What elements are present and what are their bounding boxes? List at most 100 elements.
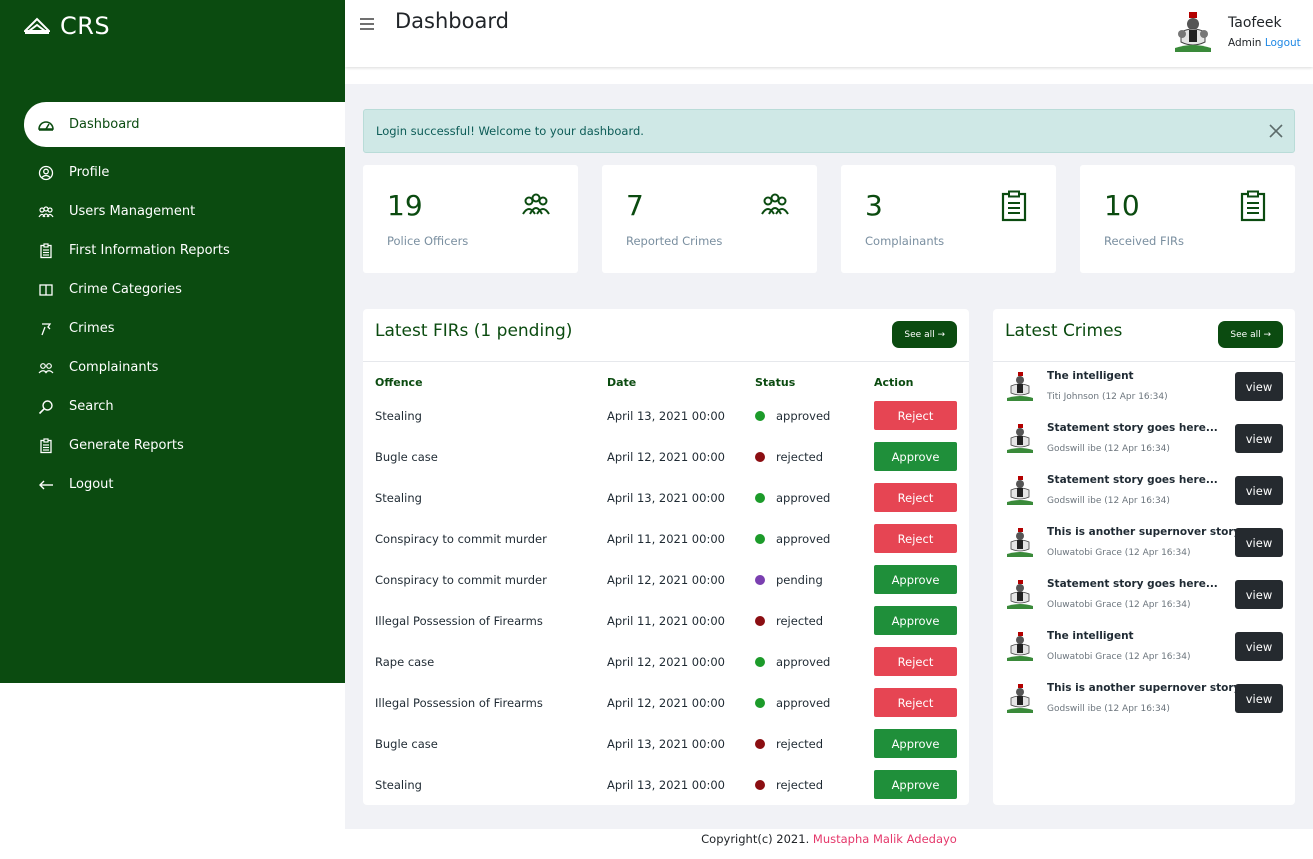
brand-name: CRS — [60, 12, 111, 40]
reject-button[interactable]: Reject — [874, 647, 957, 676]
offence-cell: Illegal Possession of Firearms — [375, 695, 543, 710]
table-row: Bugle case April 12, 2021 00:00 rejected Ap… — [363, 436, 969, 477]
approve-button[interactable]: Approve — [874, 729, 957, 758]
date-cell: April 12, 2021 00:00 — [607, 654, 725, 669]
crime-meta: Oluwatobi Grace (12 Apr 16:34) — [1047, 548, 1191, 558]
crimes-group-icon — [759, 190, 791, 222]
status-cell: approved — [755, 641, 874, 682]
approve-button[interactable]: Approve — [874, 770, 957, 799]
crime-meta: Oluwatobi Grace (12 Apr 16:34) — [1047, 652, 1191, 662]
status-text: rejected — [776, 777, 824, 792]
reject-button[interactable]: Reject — [874, 483, 957, 512]
sidebar-item-label: Search — [69, 399, 114, 414]
table-row: Stealing April 13, 2021 00:00 approved Reje… — [363, 395, 969, 436]
reject-button[interactable]: Reject — [874, 524, 957, 553]
status-cell: rejected — [755, 436, 874, 477]
alert-message: Login successful! Welcome to your dashbo… — [376, 124, 644, 138]
crime-title: Statement story goes here... — [1047, 474, 1218, 486]
crime-thumbnail — [1005, 476, 1035, 506]
people-icon — [38, 360, 54, 376]
status-dot-icon — [755, 533, 765, 544]
stat-label: Received FIRs — [1104, 234, 1184, 248]
card-title: Latest Crimes — [1005, 321, 1123, 341]
view-button[interactable]: view — [1235, 372, 1283, 401]
table-row: Illegal Possession of Firearms April 11, … — [363, 600, 969, 641]
sidebar-item-label: Complainants — [69, 360, 159, 375]
view-button[interactable]: view — [1235, 632, 1283, 661]
sidebar-item-label: Generate Reports — [69, 438, 184, 453]
stat-card-police-officers: 19 Police Officers — [363, 165, 578, 273]
sidebar: CRS Dashboard Profile Users Management F… — [0, 0, 345, 683]
view-button[interactable]: view — [1235, 580, 1283, 609]
sidebar-item-first-information-reports[interactable]: First Information Reports — [24, 231, 345, 270]
see-all-crimes-button[interactable]: See all → — [1218, 321, 1283, 348]
status-cell: pending — [755, 559, 874, 600]
status-text: rejected — [776, 736, 824, 751]
approve-button[interactable]: Approve — [874, 442, 957, 471]
status-cell: approved — [755, 395, 874, 436]
user-circle-icon — [38, 165, 54, 181]
status-dot-icon — [755, 697, 765, 708]
card-header: Latest Crimes See all → — [993, 309, 1295, 362]
sidebar-item-generate-reports[interactable]: Generate Reports — [24, 426, 345, 465]
logout-link[interactable]: Logout — [1265, 37, 1301, 49]
action-cell: Approve — [874, 559, 969, 600]
offence-cell: Stealing — [375, 490, 422, 505]
reject-button[interactable]: Reject — [874, 688, 957, 717]
report-icon — [38, 437, 54, 454]
menu-icon[interactable] — [359, 16, 375, 32]
status-cell: approved — [755, 518, 874, 559]
status-dot-icon — [755, 738, 765, 749]
brand[interactable]: CRS — [22, 10, 111, 42]
status-dot-icon — [755, 656, 765, 667]
sidebar-item-label: Dashboard — [69, 117, 140, 132]
avatar[interactable] — [1171, 12, 1215, 54]
status-cell: approved — [755, 477, 874, 518]
reject-button[interactable]: Reject — [874, 401, 957, 430]
status-cell: rejected — [755, 723, 874, 764]
approve-button[interactable]: Approve — [874, 565, 957, 594]
sidebar-item-crime-categories[interactable]: Crime Categories — [24, 270, 345, 309]
sidebar-item-crimes[interactable]: Crimes — [24, 309, 345, 348]
crime-meta: Oluwatobi Grace (12 Apr 16:34) — [1047, 600, 1191, 610]
action-cell: Reject — [874, 518, 969, 559]
offence-cell: Stealing — [375, 777, 422, 792]
list-item: Statement story goes here... Godswill ibe… — [993, 414, 1295, 466]
sidebar-item-label: Crime Categories — [69, 282, 182, 297]
view-button[interactable]: view — [1235, 528, 1283, 557]
crime-thumbnail — [1005, 528, 1035, 558]
view-button[interactable]: view — [1235, 424, 1283, 453]
status-cell: rejected — [755, 764, 874, 805]
action-cell: Approve — [874, 436, 969, 477]
sidebar-item-logout[interactable]: Logout — [24, 465, 345, 504]
close-icon[interactable] — [1268, 123, 1284, 139]
status-dot-icon — [755, 451, 765, 462]
crime-title: This is another supernover story — [1047, 526, 1241, 538]
author-link[interactable]: Mustapha Malik Adedayo — [813, 832, 957, 846]
sidebar-item-dashboard[interactable]: Dashboard — [24, 102, 345, 147]
status-cell: rejected — [755, 600, 874, 641]
list-item: The intelligent Oluwatobi Grace (12 Apr 1… — [993, 622, 1295, 674]
top-header: Dashboard Taofeek Admin Logout — [345, 0, 1313, 67]
view-button[interactable]: view — [1235, 684, 1283, 713]
table-row: Rape case April 12, 2021 00:00 approved Rej… — [363, 641, 969, 682]
action-cell: Reject — [874, 641, 969, 682]
card-header: Latest FIRs (1 pending) See all → — [363, 309, 969, 362]
sidebar-item-users-management[interactable]: Users Management — [24, 192, 345, 231]
card-title: Latest FIRs (1 pending) — [375, 321, 573, 341]
sidebar-nav: Dashboard Profile Users Management First… — [24, 102, 345, 504]
table-row: Illegal Possession of Firearms April 12, … — [363, 682, 969, 723]
stat-card-complainants: 3 Complainants — [841, 165, 1056, 273]
footer: Copyright(c) 2021. Mustapha Malik Adeday… — [345, 829, 1313, 859]
see-all-firs-button[interactable]: See all → — [892, 321, 957, 348]
column-header-action: Action — [874, 376, 914, 389]
sidebar-item-complainants[interactable]: Complainants — [24, 348, 345, 387]
sidebar-item-profile[interactable]: Profile — [24, 153, 345, 192]
date-cell: April 13, 2021 00:00 — [607, 408, 725, 423]
sidebar-item-search[interactable]: Search — [24, 387, 345, 426]
clipboard-icon — [38, 242, 54, 259]
approve-button[interactable]: Approve — [874, 606, 957, 635]
table-row: Conspiracy to commit murder April 11, 202… — [363, 518, 969, 559]
action-cell: Approve — [874, 764, 969, 805]
view-button[interactable]: view — [1235, 476, 1283, 505]
